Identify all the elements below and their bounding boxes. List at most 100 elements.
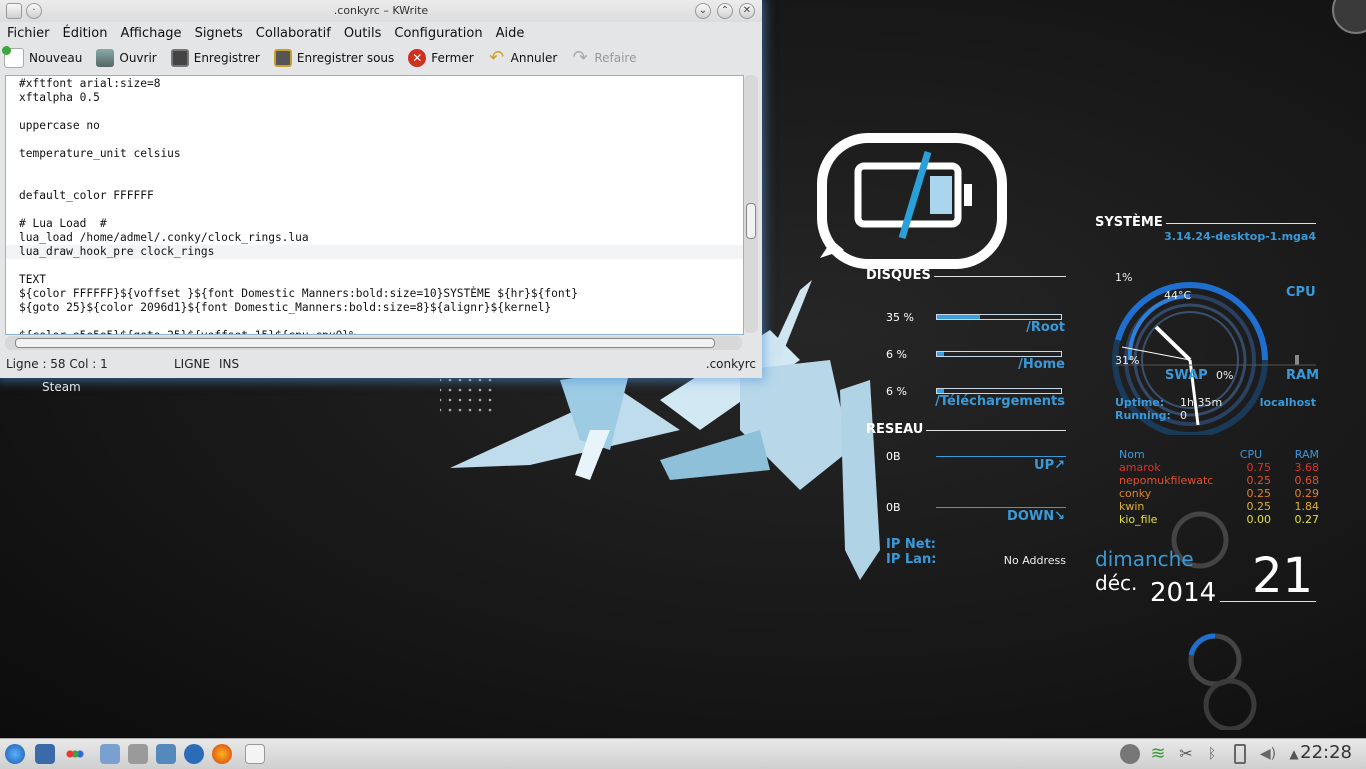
file-manager-icon[interactable] <box>100 744 120 764</box>
menu-outils[interactable]: Outils <box>344 26 382 41</box>
window-titlebar[interactable]: · .conkyrc – KWrite ⌄ ⌃ ✕ <box>0 0 762 22</box>
editor-line[interactable]: # Lua Load # <box>19 217 743 231</box>
save-as-icon <box>273 49 292 67</box>
uptime-value: 1h 35m <box>1180 396 1223 409</box>
desktop-toolbox-button[interactable] <box>1332 0 1366 34</box>
vertical-scrollbar-thumb[interactable] <box>746 203 756 239</box>
menu-affichage[interactable]: Affichage <box>120 26 181 41</box>
editor-line[interactable] <box>19 161 743 175</box>
ram-label: RAM <box>1286 368 1320 383</box>
date-year: 2014 <box>1150 578 1217 608</box>
application-launcher-icon[interactable] <box>5 744 25 764</box>
undo-icon: ↶ <box>489 47 505 68</box>
editor-line[interactable] <box>19 315 743 329</box>
process-name: nepomukfilewatc <box>1119 474 1214 487</box>
editor-line[interactable]: ${goto 25}${color 2096d1}${font Domestic… <box>19 301 743 315</box>
system-settings-icon[interactable] <box>128 744 148 764</box>
menu-configuration[interactable]: Configuration <box>394 26 482 41</box>
redo-button[interactable]: ↷ Refaire <box>571 49 637 67</box>
art-shape-7 <box>660 430 770 480</box>
open-folder-icon <box>96 49 115 67</box>
art-shape-6 <box>840 380 880 580</box>
statusbar: Ligne : 58 Col : 1 LIGNE INS .conkyrc <box>0 352 762 376</box>
insert-mode[interactable]: INS <box>219 357 239 371</box>
close-icon: ✕ <box>408 49 427 67</box>
editor-line[interactable] <box>19 105 743 119</box>
menu-aide[interactable]: Aide <box>496 26 525 41</box>
net-up-graph <box>936 456 1066 457</box>
clipboard-scissors-icon[interactable]: ✂ <box>1176 744 1196 764</box>
editor-line[interactable]: TEXT <box>19 273 743 287</box>
desktop-icon-steam-label[interactable]: Steam <box>42 380 81 394</box>
process-ram: 0.29 <box>1294 487 1320 500</box>
volume-icon[interactable]: ◀) <box>1258 744 1278 764</box>
save-button[interactable]: Enregistrer <box>170 49 260 67</box>
horizontal-scrollbar[interactable] <box>5 336 742 350</box>
editor-line[interactable]: lua_load /home/admel/.conky/clock_rings.… <box>19 231 743 245</box>
editor-line[interactable] <box>19 175 743 189</box>
new-button[interactable]: Nouveau <box>2 46 82 68</box>
horizontal-scrollbar-thumb[interactable] <box>15 338 715 348</box>
editor-line[interactable]: #xftfont arial:size=8 <box>19 77 743 91</box>
activities-icon[interactable] <box>65 744 85 764</box>
editor-line[interactable] <box>19 133 743 147</box>
editor-text[interactable]: #xftfont arial:size=8 xftalpha 0.5 upperca… <box>6 76 743 334</box>
editor-line[interactable]: temperature_unit celsius <box>19 147 743 161</box>
window-maximize-button[interactable]: ⌃ <box>717 3 733 19</box>
net-down-value: 0B <box>886 501 901 514</box>
network-manager-icon[interactable] <box>1120 744 1140 764</box>
disk-downloads-bar-fill <box>937 389 945 393</box>
new-document-icon <box>2 46 24 68</box>
editor-line[interactable]: ${color FFFFFF}${voffset }${font Domesti… <box>19 287 743 301</box>
editor-line[interactable] <box>19 203 743 217</box>
conky-net-title: RESEAU <box>866 422 924 437</box>
net-down-graph <box>936 507 1066 508</box>
bluetooth-icon[interactable]: ᛒ <box>1202 744 1222 764</box>
window-minimize-button[interactable]: ⌄ <box>695 3 711 19</box>
menu-collaboratif[interactable]: Collaboratif <box>256 26 331 41</box>
process-cpu: 0.25 <box>1246 474 1272 487</box>
vertical-scrollbar[interactable] <box>744 75 758 333</box>
open-button[interactable]: Ouvrir <box>96 49 157 67</box>
undo-button[interactable]: ↶ Annuler <box>488 47 557 68</box>
close-document-button[interactable]: ✕ Fermer <box>408 49 474 67</box>
proc-header-name: Nom <box>1119 448 1145 461</box>
browser-icon[interactable] <box>184 744 204 764</box>
kwrite-task-icon[interactable] <box>245 744 265 764</box>
hostname: localhost <box>1259 396 1316 409</box>
editor-line[interactable] <box>19 259 743 273</box>
ip-net-label: IP Net: <box>886 537 937 552</box>
menu-fichier[interactable]: Fichier <box>7 26 50 41</box>
date-day-name: dimanche <box>1095 547 1194 571</box>
art-shape-5 <box>770 280 812 360</box>
text-editor[interactable]: #xftfont arial:size=8 xftalpha 0.5 upperca… <box>5 75 744 335</box>
editor-line[interactable]: xftalpha 0.5 <box>19 91 743 105</box>
editor-line[interactable]: uppercase no <box>19 119 743 133</box>
cursor-position: Ligne : 58 Col : 1 <box>6 357 108 371</box>
disk-home-name: /Home <box>1018 357 1065 372</box>
art-dot-grid <box>440 378 492 412</box>
package-manager-icon[interactable] <box>156 744 176 764</box>
save-as-button[interactable]: Enregistrer sous <box>273 49 394 67</box>
editor-line[interactable]: lua_draw_hook_pre clock_rings <box>19 245 743 259</box>
conky-net-rule <box>926 430 1066 431</box>
menu-edition[interactable]: Édition <box>63 26 108 41</box>
editor-line[interactable]: ${color e5e5e5}${goto 25}${voffset 15}${… <box>19 329 743 334</box>
desktop-view-icon[interactable] <box>35 744 55 764</box>
taskbar-clock[interactable]: 22:28 <box>1300 742 1352 763</box>
editor-line[interactable]: default_color FFFFFF <box>19 189 743 203</box>
proc-header-cpu: CPU <box>1239 448 1263 461</box>
conky-system-rule <box>1166 223 1316 224</box>
firefox-icon[interactable] <box>212 744 232 764</box>
wifi-icon[interactable]: ≋ <box>1148 744 1168 764</box>
selection-mode[interactable]: LIGNE <box>174 357 210 371</box>
toolbar: Nouveau Ouvrir Enregistrer Enregistrer s… <box>0 44 762 72</box>
process-ram: 0.68 <box>1294 474 1320 487</box>
window-close-button[interactable]: ✕ <box>739 3 755 19</box>
battery-icon[interactable] <box>1234 744 1246 764</box>
menu-signets[interactable]: Signets <box>195 26 243 41</box>
running-label: Running: <box>1115 409 1171 422</box>
date-ring-decoration <box>1171 511 1257 730</box>
net-down-label: DOWN↘ <box>1007 509 1065 524</box>
clock-hour-hand <box>1154 325 1192 362</box>
